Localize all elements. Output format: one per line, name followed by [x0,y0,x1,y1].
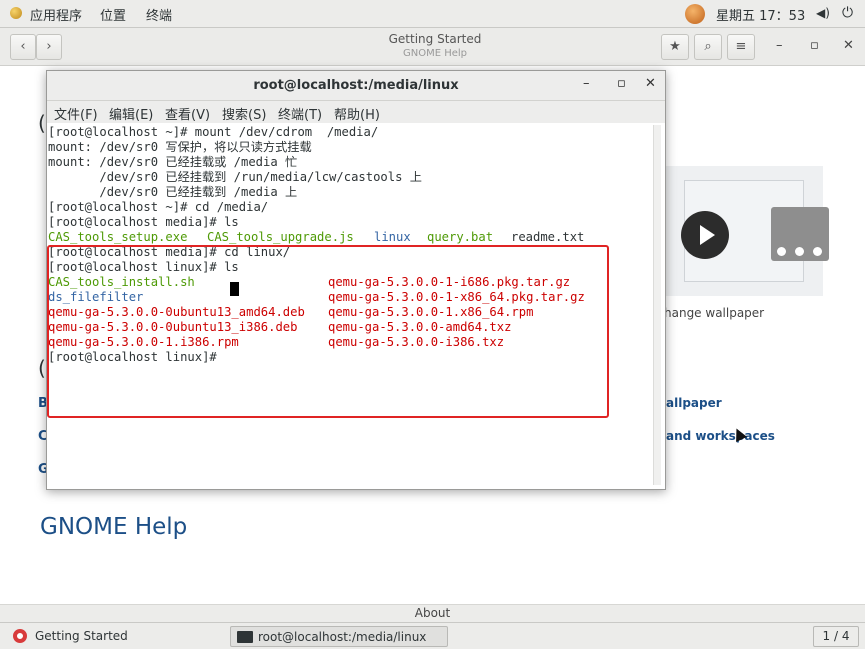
taskbar-getting-started[interactable]: Getting Started [8,626,222,647]
menu-file[interactable]: 文件(F) [54,104,98,123]
terminal-line: mount: /dev/sr0 写保护，将以只读方式挂载 [48,140,312,154]
taskbar-terminal[interactable]: root@localhost:/media/linux [230,626,448,647]
video-window-graphic [771,207,829,261]
terminal-scrollbar[interactable] [653,125,661,485]
forward-button[interactable]: › [36,34,62,60]
menu-icon[interactable]: ≡ [727,34,755,60]
close-icon[interactable]: ✕ [843,38,854,53]
about-link[interactable]: About [0,604,865,622]
terminal-line: [root@localhost ~]# cd /media/ [48,200,269,214]
maximize-icon[interactable]: ▫ [617,76,626,91]
terminal-line: mount: /dev/sr0 已经挂载或 /media 忙 [48,155,298,169]
gnome-help-link[interactable]: GNOME Help [40,514,187,540]
video-thumbnail[interactable] [656,166,829,296]
menu-terminal[interactable]: 终端(T) [278,104,322,123]
red-highlight-box [47,245,609,418]
maximize-icon[interactable]: ▫ [810,38,819,53]
link-change-wallpaper[interactable]: allpaper [666,396,722,410]
places-menu[interactable]: 位置 [100,5,126,24]
menu-search[interactable]: 搜索(S) [222,104,266,123]
help-lifebuoy-icon [13,629,27,643]
clock[interactable]: 星期五 17：53 [716,5,805,24]
menu-view[interactable]: 查看(V) [165,104,210,123]
terminal-menubar: 文件(F) 编辑(E) 查看(V) 搜索(S) 终端(T) 帮助(H) [47,101,665,123]
close-icon[interactable]: ✕ [645,76,656,91]
terminal-line: /dev/sr0 已经挂载到 /run/media/lcw/castools 上 [48,170,422,184]
bottom-panel: Getting Started root@localhost:/media/li… [0,622,865,649]
top-panel: 应用程序 位置 终端 星期五 17：53 ◀) ⏻ [0,0,865,28]
applications-icon [10,7,22,19]
dot-icon [813,247,822,256]
power-icon[interactable]: ⏻ [842,5,853,21]
file-entry: CAS_tools_setup.exe [48,230,188,244]
file-entry: query.bat [427,230,494,244]
file-entry: CAS_tools_upgrade.js [207,230,354,244]
taskbar-label: root@localhost:/media/linux [258,630,427,644]
terminal-icon [237,631,253,643]
search-icon[interactable]: ⌕ [694,34,722,60]
minimize-icon[interactable]: – [583,76,590,91]
bookmark-star-icon[interactable]: ★ [661,34,689,60]
taskbar-label: Getting Started [35,629,128,643]
video-caption: hange wallpaper [664,306,765,320]
terminal-line: /dev/sr0 已经挂载到 /media 上 [48,185,298,199]
terminal-menu[interactable]: 终端 [146,5,172,24]
dot-icon [777,247,786,256]
user-avatar-icon[interactable] [685,4,705,24]
terminal-title: root@localhost:/media/linux [253,78,459,93]
terminal-line: [root@localhost media]# ls [48,215,239,229]
menu-help[interactable]: 帮助(H) [334,104,380,123]
minimize-icon[interactable]: – [776,38,783,53]
play-icon[interactable] [681,211,729,259]
help-window-title: Getting Started [388,32,482,46]
dot-icon [795,247,804,256]
applications-menu[interactable]: 应用程序 [30,5,82,24]
back-button[interactable]: ‹ [10,34,36,60]
heading-fragment: ( [38,111,46,135]
file-entry: readme.txt [511,230,585,244]
volume-icon[interactable]: ◀) [816,6,830,20]
link-windows-workspaces[interactable]: and workspaces [666,429,775,443]
heading-fragment: ( [38,356,46,380]
help-window-subtitle: GNOME Help [402,48,468,59]
terminal-titlebar[interactable]: root@localhost:/media/linux – ▫ ✕ [47,71,665,101]
workspace-switcher[interactable]: 1 / 4 [813,626,859,647]
terminal-line: [root@localhost ~]# mount /dev/cdrom /me… [48,125,379,139]
menu-edit[interactable]: 编辑(E) [109,104,153,123]
directory-entry: linux [374,230,411,244]
